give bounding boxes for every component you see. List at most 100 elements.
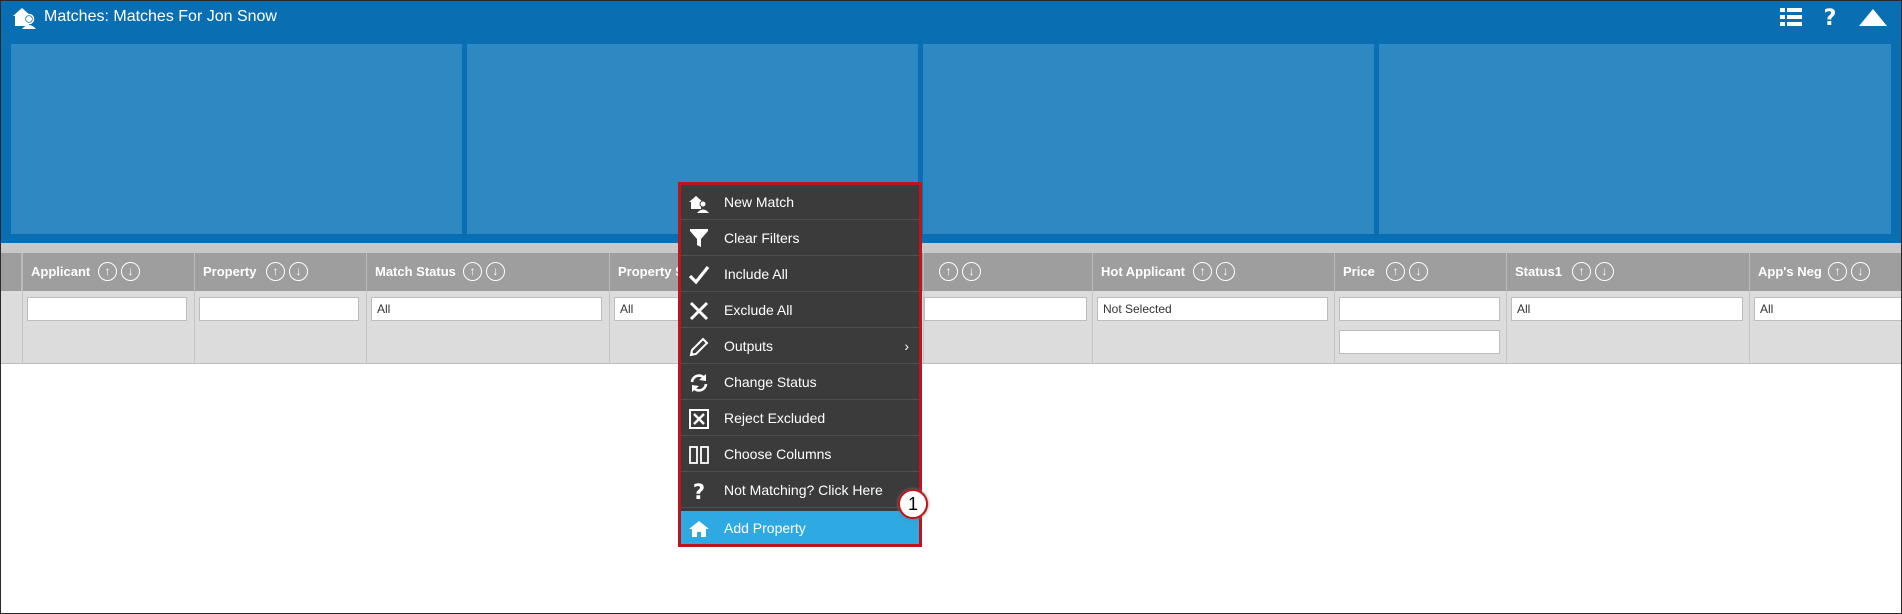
menu-item-exclude-all[interactable]: Exclude All bbox=[681, 293, 919, 328]
sort-ascending-icon[interactable]: ↑ bbox=[939, 262, 958, 281]
menu-item-not-matching[interactable]: ? Not Matching? Click Here bbox=[681, 473, 919, 508]
house-icon bbox=[689, 521, 709, 537]
pencil-icon bbox=[689, 337, 709, 357]
sort-descending-icon[interactable]: ↓ bbox=[1409, 262, 1428, 281]
collapse-up-icon[interactable] bbox=[1857, 5, 1889, 29]
menu-item-add-property[interactable]: Add Property bbox=[681, 511, 919, 544]
svg-text:?: ? bbox=[693, 480, 705, 502]
dashboard-tile-4 bbox=[1379, 44, 1891, 234]
x-icon bbox=[689, 301, 709, 321]
filter-cell-hidden bbox=[923, 291, 1092, 363]
column-header-property[interactable]: Property ↑ ↓ bbox=[194, 253, 366, 291]
column-header-status1[interactable]: Status1 ↑ ↓ bbox=[1506, 253, 1749, 291]
hot-applicant-filter-select[interactable]: Not Selected bbox=[1097, 297, 1328, 321]
column-header-hidden[interactable]: ↑ ↓ bbox=[923, 253, 1092, 291]
boxed-x-icon bbox=[689, 409, 709, 429]
sort-descending-icon[interactable]: ↓ bbox=[1216, 262, 1235, 281]
apps-neg-filter-select[interactable]: All bbox=[1754, 297, 1901, 321]
menu-item-label: Include All bbox=[724, 266, 788, 282]
sort-ascending-icon[interactable]: ↑ bbox=[1828, 262, 1847, 281]
menu-item-clear-filters[interactable]: Clear Filters bbox=[681, 221, 919, 256]
column-title: Price bbox=[1343, 264, 1375, 279]
app-window: Matches: Matches For Jon Snow ? Applican… bbox=[0, 0, 1902, 614]
column-header-match-status[interactable]: Match Status ↑ ↓ bbox=[366, 253, 609, 291]
list-view-icon[interactable] bbox=[1778, 5, 1804, 29]
submenu-chevron-icon: › bbox=[904, 338, 909, 354]
menu-item-choose-columns[interactable]: Choose Columns bbox=[681, 437, 919, 472]
menu-item-label: Change Status bbox=[724, 374, 817, 390]
sort-descending-icon[interactable]: ↓ bbox=[289, 262, 308, 281]
filter-cell-hot-applicant: Not Selected bbox=[1092, 291, 1334, 363]
menu-item-label: Outputs bbox=[724, 338, 774, 354]
match-status-filter-select[interactable]: All bbox=[371, 297, 602, 321]
sort-ascending-icon[interactable]: ↑ bbox=[266, 262, 285, 281]
column-title: Status1 bbox=[1515, 264, 1562, 279]
price-min-input[interactable] bbox=[1339, 297, 1500, 321]
menu-item-outputs[interactable]: Outputs › bbox=[681, 329, 919, 364]
filter-cell-property-status: All bbox=[609, 291, 680, 363]
filter-cell-applicant bbox=[22, 291, 194, 363]
splitter bbox=[1, 243, 1901, 253]
refresh-icon bbox=[690, 374, 708, 392]
title-bar: Matches: Matches For Jon Snow ? bbox=[1, 1, 1901, 33]
menu-item-label: Reject Excluded bbox=[724, 410, 826, 426]
sort-ascending-icon[interactable]: ↑ bbox=[1572, 262, 1591, 281]
dashboard-tile-3 bbox=[923, 44, 1374, 234]
column-title: Hot Applicant bbox=[1101, 264, 1186, 279]
grid-filter-row: All All Not Selected All All bbox=[1, 291, 1901, 364]
property-status-filter-select[interactable]: All bbox=[614, 297, 680, 321]
sort-descending-icon[interactable]: ↓ bbox=[486, 262, 505, 281]
column-title: Property St bbox=[618, 264, 680, 279]
new-match-icon bbox=[689, 196, 709, 213]
menu-item-label: New Match bbox=[724, 194, 795, 210]
hidden-column-filter-input[interactable] bbox=[924, 297, 1087, 321]
menu-item-change-status[interactable]: Change Status bbox=[681, 365, 919, 400]
question-icon: ? bbox=[693, 480, 705, 502]
sort-descending-icon[interactable]: ↓ bbox=[1595, 262, 1614, 281]
menu-item-new-match[interactable]: New Match bbox=[681, 185, 919, 220]
matches-logo-icon bbox=[13, 8, 36, 29]
filter-cell-property bbox=[194, 291, 366, 363]
menu-item-label: Choose Columns bbox=[724, 446, 832, 462]
applicant-filter-input[interactable] bbox=[27, 297, 187, 321]
column-header-apps-neg[interactable]: App's Neg ↑ ↓ bbox=[1749, 253, 1901, 291]
context-menu: New Match Clear Filters Include All Excl… bbox=[678, 182, 922, 547]
row-selector-header bbox=[1, 253, 22, 291]
property-filter-input[interactable] bbox=[199, 297, 359, 321]
sort-ascending-icon[interactable]: ↑ bbox=[1193, 262, 1212, 281]
column-title: Property bbox=[203, 264, 257, 279]
column-header-hot-applicant[interactable]: Hot Applicant ↑ ↓ bbox=[1092, 253, 1334, 291]
filter-cell-status1: All bbox=[1506, 291, 1749, 363]
column-title: App's Neg bbox=[1758, 264, 1822, 279]
column-title: Match Status bbox=[375, 264, 456, 279]
sort-ascending-icon[interactable]: ↑ bbox=[463, 262, 482, 281]
sort-descending-icon[interactable]: ↓ bbox=[121, 262, 140, 281]
grid-header-row: Applicant ↑ ↓ Property ↑ ↓ Match Status … bbox=[1, 253, 1901, 291]
sort-ascending-icon[interactable]: ↑ bbox=[1386, 262, 1405, 281]
filter-cell-apps-neg: All bbox=[1749, 291, 1901, 363]
dashboard-tile-1 bbox=[11, 44, 462, 234]
checkmark-icon bbox=[688, 266, 710, 285]
menu-item-label: Clear Filters bbox=[724, 230, 800, 246]
menu-item-label: Exclude All bbox=[724, 302, 793, 318]
column-header-price[interactable]: Price ↑ ↓ bbox=[1334, 253, 1506, 291]
menu-item-reject-excluded[interactable]: Reject Excluded bbox=[681, 401, 919, 436]
header-panel: Matches: Matches For Jon Snow ? bbox=[1, 1, 1901, 248]
sort-ascending-icon[interactable]: ↑ bbox=[98, 262, 117, 281]
menu-item-label: Not Matching? Click Here bbox=[724, 482, 883, 498]
menu-item-include-all[interactable]: Include All bbox=[681, 257, 919, 292]
column-header-applicant[interactable]: Applicant ↑ ↓ bbox=[22, 253, 194, 291]
menu-item-label: Add Property bbox=[724, 520, 806, 536]
column-title: Applicant bbox=[31, 264, 91, 279]
filter-icon bbox=[690, 229, 708, 247]
price-max-input[interactable] bbox=[1339, 330, 1500, 354]
status1-filter-select[interactable]: All bbox=[1511, 297, 1743, 321]
sort-descending-icon[interactable]: ↓ bbox=[1851, 262, 1870, 281]
help-icon[interactable]: ? bbox=[1817, 5, 1843, 29]
filter-cell-price bbox=[1334, 291, 1506, 363]
sort-descending-icon[interactable]: ↓ bbox=[962, 262, 981, 281]
svg-text:?: ? bbox=[1824, 6, 1837, 29]
columns-icon bbox=[689, 446, 709, 464]
column-header-property-status[interactable]: Property St bbox=[609, 253, 680, 291]
step-callout-badge: 1 bbox=[898, 489, 928, 519]
